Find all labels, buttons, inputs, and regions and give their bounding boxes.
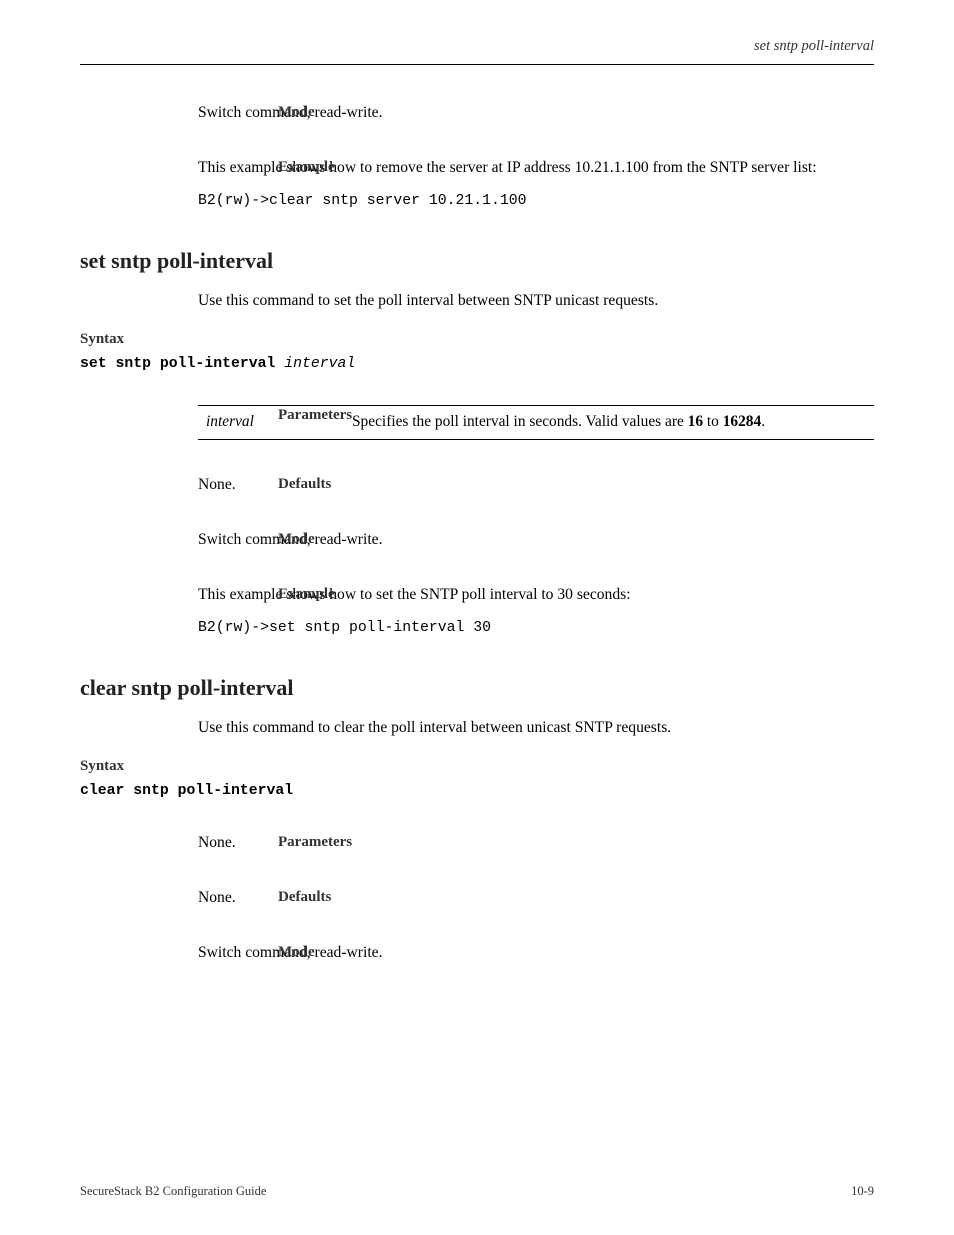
page: set sntp poll-interval Mode Switch comma…	[0, 0, 954, 1235]
text-clear-desc: Use this command to clear the poll inter…	[198, 717, 874, 738]
head-mode: Mode	[278, 529, 384, 549]
cmd-title-set: set sntp poll-interval	[80, 246, 756, 276]
param-pre: Specifies the poll interval in seconds. …	[352, 413, 688, 430]
text-set-desc: Use this command to set the poll interva…	[198, 290, 874, 311]
param-name: interval	[206, 413, 254, 430]
block-set-desc: Use this command to set the poll interva…	[198, 290, 874, 311]
head-syntax: Syntax	[80, 756, 186, 776]
param-desc-cell: Specifies the poll interval in seconds. …	[344, 406, 874, 440]
head-parameters: Parameters	[278, 832, 384, 852]
code-example: B2(rw)->clear sntp server 10.21.1.100	[198, 192, 874, 212]
footer-left: SecureStack B2 Configuration Guide	[80, 1184, 266, 1199]
head-mode: Mode	[278, 102, 384, 122]
running-header: set sntp poll-interval	[754, 38, 874, 55]
block-mode-prev: Mode Switch command, read-write.	[198, 102, 874, 123]
block-set-params: Parameters interval Specifies the poll i…	[198, 405, 874, 440]
block-set-defaults: Defaults None.	[198, 474, 874, 495]
head-parameters: Parameters	[278, 405, 384, 425]
block-clear-defaults: Defaults None.	[198, 887, 874, 908]
head-syntax: Syntax	[80, 329, 186, 349]
head-defaults: Defaults	[278, 887, 384, 907]
param-post: .	[761, 413, 765, 430]
code-syntax-set: set sntp poll-interval interval	[80, 355, 756, 375]
page-footer: SecureStack B2 Configuration Guide 10-9	[80, 1184, 874, 1199]
footer-right: 10-9	[851, 1184, 874, 1199]
param-b1: 16	[688, 413, 703, 430]
block-clear-mode: Mode Switch command, read-write.	[198, 942, 874, 963]
block-set-mode: Mode Switch command, read-write.	[198, 529, 874, 550]
param-mid: to	[703, 413, 723, 430]
syntax-arg: interval	[284, 356, 355, 372]
page-body: Mode Switch command, read-write. Example…	[198, 58, 874, 963]
head-mode: Mode	[278, 942, 384, 962]
code-example: B2(rw)->set sntp poll-interval 30	[198, 619, 874, 639]
block-example-prev: Example This example shows how to remove…	[198, 157, 874, 212]
block-clear-params: Parameters None.	[198, 832, 874, 853]
syntax-pre: set sntp poll-interval	[80, 356, 284, 372]
cmd-title-clear: clear sntp poll-interval	[80, 673, 756, 703]
block-set-example: Example This example shows how to set th…	[198, 584, 874, 639]
param-b2: 16284	[723, 413, 761, 430]
head-example: Example	[278, 584, 384, 604]
header-rule	[80, 64, 874, 65]
block-clear-desc: Use this command to clear the poll inter…	[198, 717, 874, 738]
code-syntax-clear: clear sntp poll-interval	[80, 782, 756, 802]
head-defaults: Defaults	[278, 474, 384, 494]
head-example: Example	[278, 157, 384, 177]
